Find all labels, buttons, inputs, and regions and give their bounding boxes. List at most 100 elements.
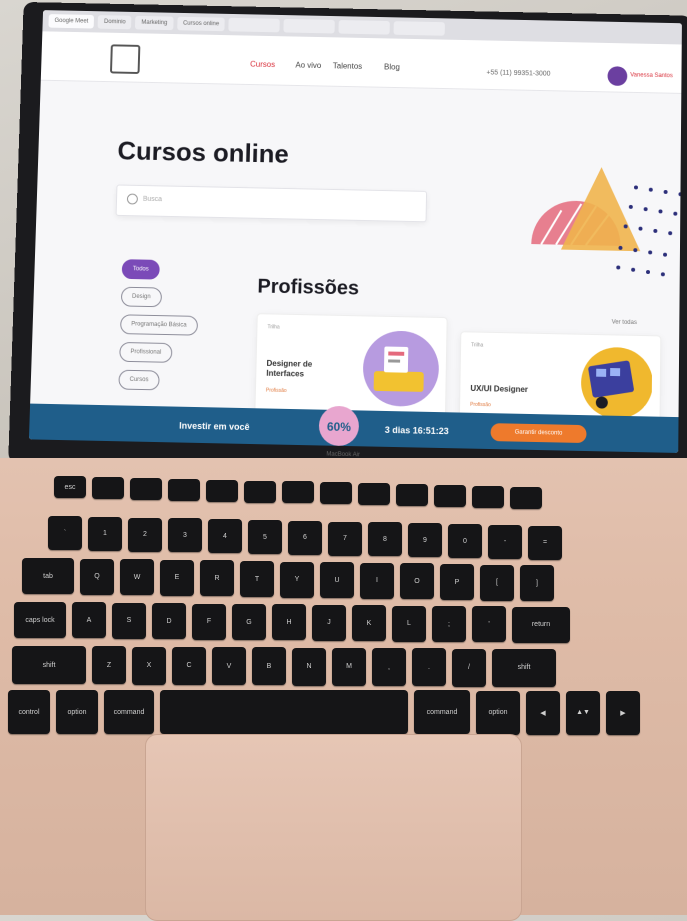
key-shift[interactable]: shift: [492, 648, 556, 687]
laptop-base: esc ` 1 2 3 4 5 6 7 8 9 0- = tab Q W E R T Y U I O P[] caps lock…: [0, 458, 687, 921]
key-blank[interactable]: [92, 476, 124, 499]
key-0[interactable]: 0: [448, 524, 482, 558]
key-8[interactable]: 8: [368, 522, 402, 557]
key-w[interactable]: W: [120, 559, 154, 596]
key-esc[interactable]: esc: [54, 476, 86, 498]
key--[interactable]: -: [488, 524, 522, 559]
filter-design[interactable]: Design: [120, 286, 162, 308]
key-blank[interactable]: [510, 486, 542, 509]
nav-item-talentos[interactable]: Talentos: [333, 62, 363, 71]
key-7[interactable]: 7: [328, 521, 362, 556]
key--[interactable]: ;: [432, 606, 466, 642]
browser-tab[interactable]: Dominio: [97, 15, 132, 30]
key-s[interactable]: S: [112, 602, 146, 639]
key-z[interactable]: Z: [92, 646, 126, 685]
key-y[interactable]: Y: [280, 561, 314, 598]
key-r[interactable]: R: [200, 560, 234, 597]
key-blank[interactable]: [160, 690, 408, 735]
key-p[interactable]: P: [440, 564, 474, 600]
key-shift[interactable]: shift: [12, 646, 86, 684]
key--[interactable]: ▶: [606, 690, 640, 735]
key-l[interactable]: L: [392, 605, 426, 642]
key--[interactable]: [: [480, 564, 514, 601]
key--[interactable]: ': [472, 606, 506, 643]
browser-tab[interactable]: Cursos online: [176, 16, 226, 32]
key-option[interactable]: option: [476, 690, 520, 735]
key-x[interactable]: X: [132, 646, 166, 685]
key--[interactable]: /: [452, 648, 486, 687]
browser-tab[interactable]: [338, 20, 391, 35]
key-u[interactable]: U: [320, 562, 354, 599]
key-command[interactable]: command: [414, 690, 470, 735]
key-v[interactable]: V: [212, 647, 246, 685]
browser-tab[interactable]: [228, 17, 281, 33]
key-blank[interactable]: [472, 485, 504, 508]
key-blank[interactable]: [244, 480, 276, 503]
key-o[interactable]: O: [400, 563, 434, 600]
key-e[interactable]: E: [160, 559, 194, 596]
key--[interactable]: ▲▼: [566, 690, 600, 735]
key--[interactable]: =: [528, 525, 562, 560]
see-all-link[interactable]: Ver todas: [612, 320, 637, 326]
key-option[interactable]: option: [56, 690, 98, 735]
key-a[interactable]: A: [72, 602, 106, 639]
key-return[interactable]: return: [512, 606, 570, 643]
filter-cursos[interactable]: Cursos: [118, 369, 160, 391]
site-logo[interactable]: [109, 44, 141, 74]
key-control[interactable]: control: [8, 690, 50, 734]
key-f[interactable]: F: [192, 603, 226, 640]
key-caps-lock[interactable]: caps lock: [14, 602, 66, 638]
key-4[interactable]: 4: [208, 519, 242, 554]
key-2[interactable]: 2: [128, 517, 162, 552]
key--[interactable]: ]: [520, 565, 554, 602]
avatar[interactable]: [607, 66, 628, 86]
trackpad[interactable]: [145, 734, 522, 921]
key-j[interactable]: J: [312, 604, 346, 641]
filter-profissional[interactable]: Profissional: [119, 341, 173, 363]
key-c[interactable]: C: [172, 646, 206, 685]
promo-cta-button[interactable]: Garantir desconto: [490, 423, 587, 444]
key-d[interactable]: D: [152, 603, 186, 640]
nav-item-blog[interactable]: Blog: [384, 63, 400, 72]
key-k[interactable]: K: [352, 605, 386, 642]
key-5[interactable]: 5: [248, 520, 282, 554]
key-blank[interactable]: [130, 477, 162, 500]
nav-item-cursos[interactable]: Cursos: [250, 60, 275, 69]
key-blank[interactable]: [358, 483, 390, 506]
key-m[interactable]: M: [332, 647, 366, 686]
browser-tab[interactable]: [283, 18, 336, 34]
key-command[interactable]: command: [104, 690, 154, 735]
browser-tab[interactable]: Marketing: [135, 15, 174, 31]
key-blank[interactable]: [434, 485, 466, 507]
key-blank[interactable]: [206, 479, 238, 502]
key--[interactable]: ◀: [526, 690, 560, 735]
key-tab[interactable]: tab: [22, 558, 74, 594]
key-blank[interactable]: [282, 481, 314, 504]
key-blank[interactable]: [396, 484, 428, 507]
key-1[interactable]: 1: [88, 516, 122, 551]
key-h[interactable]: H: [272, 604, 306, 641]
key--[interactable]: `: [48, 516, 82, 550]
key-q[interactable]: Q: [80, 558, 114, 595]
key-t[interactable]: T: [240, 561, 274, 597]
user-name[interactable]: Vanessa Santos: [630, 72, 673, 79]
key-g[interactable]: G: [232, 604, 266, 640]
decorative-illustration: [531, 166, 682, 277]
key-i[interactable]: I: [360, 562, 394, 599]
course-card[interactable]: Trilha Designer de Interfaces Profissão: [254, 313, 448, 419]
key-n[interactable]: N: [292, 647, 326, 686]
search-input[interactable]: Busca: [115, 184, 428, 223]
filter-todos[interactable]: Todos: [121, 259, 160, 280]
browser-tab[interactable]: Google Meet: [48, 14, 95, 29]
key--[interactable]: ,: [372, 648, 406, 686]
key-3[interactable]: 3: [168, 518, 202, 553]
key--[interactable]: .: [412, 648, 446, 687]
browser-tab[interactable]: [393, 21, 446, 36]
key-blank[interactable]: [168, 478, 200, 501]
filter-programacao[interactable]: Programação Básica: [119, 314, 198, 336]
nav-item-ao-vivo[interactable]: Ao vivo: [295, 61, 321, 70]
key-blank[interactable]: [320, 482, 352, 505]
key-9[interactable]: 9: [408, 523, 442, 558]
key-6[interactable]: 6: [288, 520, 322, 555]
key-b[interactable]: B: [252, 647, 286, 686]
